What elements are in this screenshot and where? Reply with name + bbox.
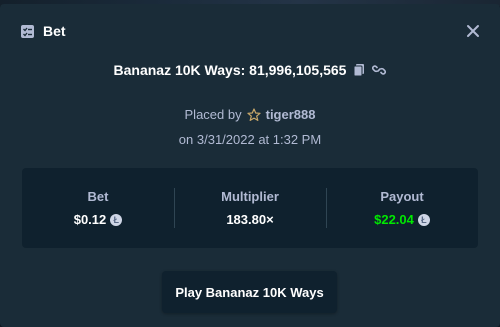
bet-slip-icon <box>20 24 35 39</box>
bet-stats-panel: Bet $0.12 Ł Multiplier 183.80× Payout $2… <box>22 168 478 248</box>
link-icon[interactable] <box>372 63 387 77</box>
modal-header: Bet <box>20 20 480 42</box>
modal-title-wrap: Bet <box>20 23 66 39</box>
placed-by-label: Placed by <box>184 107 242 122</box>
stat-bet-value-row: $0.12 Ł <box>74 212 123 227</box>
stat-payout-value: $22.04 <box>374 212 414 227</box>
stat-payout: Payout $22.04 Ł <box>326 168 478 248</box>
star-icon <box>247 107 261 122</box>
stat-multiplier: Multiplier 183.80× <box>174 168 326 248</box>
bet-date: on 3/31/2022 at 1:32 PM <box>178 132 322 147</box>
litecoin-icon: Ł <box>110 213 123 226</box>
stat-bet-value: $0.12 <box>73 212 107 227</box>
stat-bet-label: Bet <box>87 189 109 204</box>
game-id-line: Bananaz 10K Ways: 81,996,105,565 <box>0 62 500 78</box>
copy-icon[interactable] <box>352 63 366 77</box>
bet-modal: Bet Bananaz 10K Ways: 81,996,105,565 Pla… <box>0 4 500 327</box>
stat-payout-label: Payout <box>380 189 424 204</box>
username-link[interactable]: tiger888 <box>266 107 316 122</box>
stat-multiplier-value: 183.80× <box>226 212 274 227</box>
stat-payout-value-row: $22.04 Ł <box>374 212 430 227</box>
litecoin-icon: Ł <box>417 213 430 226</box>
close-icon[interactable] <box>466 24 480 38</box>
stat-multiplier-label: Multiplier <box>221 189 279 204</box>
stat-bet: Bet $0.12 Ł <box>22 168 174 248</box>
modal-title: Bet <box>43 23 66 39</box>
placed-by-line: Placed by tiger888 <box>0 107 500 122</box>
game-title: Bananaz 10K Ways: 81,996,105,565 <box>113 62 347 78</box>
stat-multiplier-value-row: 183.80× <box>226 212 273 227</box>
play-game-button[interactable]: Play Bananaz 10K Ways <box>162 271 337 313</box>
